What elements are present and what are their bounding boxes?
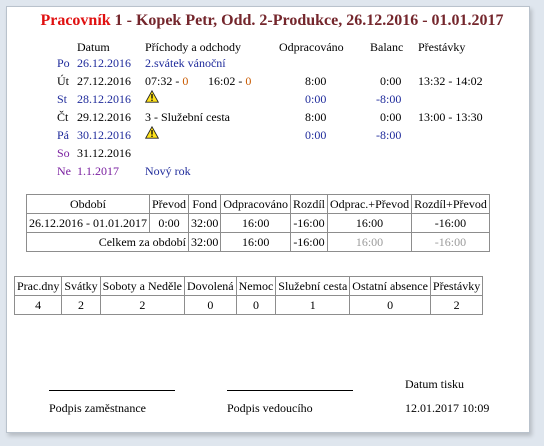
day-note: 3 - Služební cesta: [145, 110, 230, 124]
col-header-breaks: Přestávky: [418, 40, 466, 54]
table-row: 4 2 2 0 0 1 0 2: [13, 295, 484, 315]
cell-diff: -16:00: [289, 213, 328, 233]
cell-work-days: 4: [13, 295, 63, 315]
th-diff-transfer: Rozdíl+Převod: [411, 194, 490, 214]
day-name: Pá: [57, 128, 69, 142]
cell-breaks: 2: [429, 295, 484, 315]
day-name: Čt: [57, 110, 69, 124]
departure-time: 16:02 - 0: [208, 74, 252, 88]
th-other-absence: Ostatní absence: [349, 276, 431, 296]
total-diff: -16:00: [289, 232, 328, 252]
print-date-label: Datum tisku: [405, 377, 464, 391]
day-worked: 8:00: [305, 74, 327, 88]
manager-signature-label: Podpis vedoucího: [227, 401, 313, 415]
th-vacation: Dovolená: [183, 276, 237, 296]
th-diff: Rozdíl: [289, 194, 328, 214]
cell-vacation: 0: [183, 295, 237, 315]
th-transfer: Převod: [149, 194, 189, 214]
day-date: 27.12.2016: [77, 74, 131, 88]
day-date: 29.12.2016: [77, 110, 131, 124]
th-work-days: Prac.dny: [13, 276, 63, 296]
day-balance: -8:00: [376, 92, 402, 106]
manager-signature-line: [227, 390, 353, 391]
cell-period: 26.12.2016 - 01.01.2017: [26, 213, 150, 233]
cell-diff-transfer: -16:00: [411, 213, 490, 233]
day-name: Po: [57, 56, 70, 70]
day-balance: 0:00: [380, 74, 402, 88]
day-worked: 0:00: [305, 128, 327, 142]
day-date: 31.12.2016: [77, 146, 131, 160]
cell-business-trip: 1: [275, 295, 351, 315]
total-diff-transfer: -16:00: [411, 232, 490, 252]
title-text: 1 - Kopek Petr, Odd. 2-Produkce, 26.12.2…: [114, 12, 504, 29]
total-fund: 32:00: [187, 232, 222, 252]
cell-weekends: 2: [99, 295, 185, 315]
th-fund: Fond: [187, 194, 222, 214]
total-worked: 16:00: [220, 232, 291, 252]
print-date: 12.01.2017 10:09: [405, 401, 490, 415]
total-label: Celkem za období: [26, 232, 189, 252]
col-header-balance: Balanc: [370, 40, 404, 54]
table-header-row: Období Převod Fond Odpracováno Rozdíl Od…: [26, 194, 490, 214]
col-header-date: Datum: [77, 40, 110, 54]
cell-holidays: 2: [61, 295, 101, 315]
day-worked: 0:00: [305, 92, 327, 106]
table-total-row: Celkem za období 32:00 16:00 -16:00 16:0…: [26, 232, 490, 252]
period-table: Období Převod Fond Odpracováno Rozdíl Od…: [26, 194, 490, 252]
th-business-trip: Služební cesta: [275, 276, 351, 296]
th-weekends: Soboty a Neděle: [99, 276, 185, 296]
day-date: 1.1.2017: [77, 164, 119, 178]
day-name: St: [57, 92, 68, 106]
day-name: Ne: [57, 164, 71, 178]
warning-icon: [145, 126, 159, 139]
total-worked-transfer: 16:00: [326, 232, 413, 252]
employee-signature-label: Podpis zaměstnance: [49, 401, 146, 415]
day-balance: -8:00: [376, 128, 402, 142]
arrival-time: 07:32 - 0: [145, 74, 189, 88]
report-title: Pracovník 1 - Kopek Petr, Odd. 2-Produkc…: [0, 12, 544, 30]
day-balance: 0:00: [380, 110, 402, 124]
employee-signature-line: [49, 390, 175, 391]
day-name: Út: [57, 74, 69, 88]
th-holidays: Svátky: [61, 276, 101, 296]
col-header-worked: Odpracováno: [279, 40, 344, 54]
cell-other-absence: 0: [349, 295, 431, 315]
warning-icon: [145, 90, 159, 103]
day-date: 30.12.2016: [77, 128, 131, 142]
th-worked: Odpracováno: [220, 194, 291, 214]
cell-sickness: 0: [235, 295, 277, 315]
day-breaks: 13:32 - 14:02: [418, 74, 483, 88]
th-worked-transfer: Odprac.+Převod: [326, 194, 413, 214]
th-sickness: Nemoc: [235, 276, 277, 296]
th-period: Období: [26, 194, 150, 214]
day-note: Nový rok: [145, 164, 191, 178]
day-date: 28.12.2016: [77, 92, 131, 106]
day-worked: 8:00: [305, 110, 327, 124]
cell-transfer: 0:00: [149, 213, 189, 233]
title-label: Pracovník: [40, 12, 111, 29]
cell-worked-transfer: 16:00: [326, 213, 413, 233]
day-name: So: [57, 146, 70, 160]
day-breaks: 13:00 - 13:30: [418, 110, 483, 124]
table-row: 26.12.2016 - 01.01.2017 0:00 32:00 16:00…: [26, 213, 490, 233]
th-breaks: Přestávky: [429, 276, 484, 296]
day-date: 26.12.2016: [77, 56, 131, 70]
cell-worked: 16:00: [220, 213, 291, 233]
table-header-row: Prac.dny Svátky Soboty a Neděle Dovolená…: [13, 276, 484, 296]
cell-fund: 32:00: [187, 213, 222, 233]
day-note: 2.svátek vánoční: [145, 56, 226, 70]
summary-table: Prac.dny Svátky Soboty a Neděle Dovolená…: [13, 276, 484, 315]
col-header-arrivals: Příchody a odchody: [145, 40, 241, 54]
